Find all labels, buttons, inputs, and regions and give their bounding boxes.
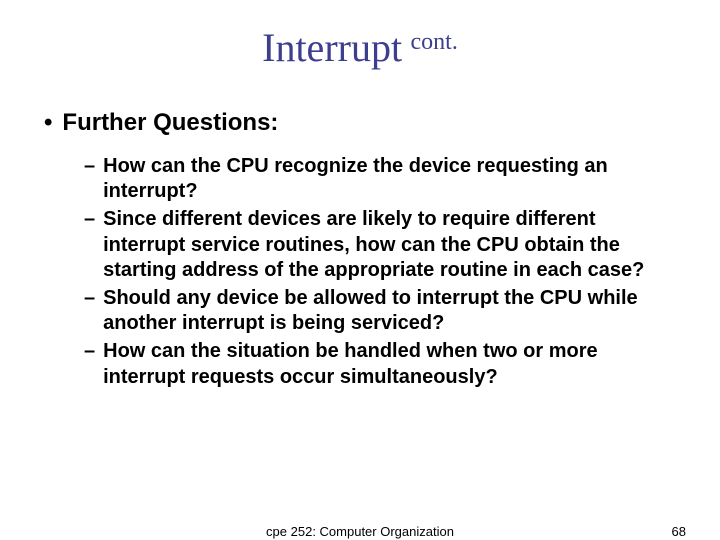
level2-item: – Since different devices are likely to …	[84, 207, 680, 284]
slide-content: • Further Questions: – How can the CPU r…	[40, 109, 680, 390]
bullet-dash-icon: –	[84, 339, 95, 365]
level1-list: • Further Questions:	[44, 109, 680, 138]
level2-item: – Should any device be allowed to interr…	[84, 286, 680, 337]
level2-list: – How can the CPU recognize the device r…	[44, 154, 680, 390]
bullet-dash-icon: –	[84, 207, 95, 233]
slide-title-wrap: Interrupt cont.	[40, 24, 680, 71]
question-text: Should any device be allowed to interrup…	[103, 286, 673, 337]
level2-item: – How can the situation be handled when …	[84, 339, 680, 390]
section-heading: Further Questions:	[62, 109, 278, 138]
footer-page-number: 68	[672, 524, 686, 539]
slide-title: Interrupt	[262, 25, 402, 70]
bullet-dash-icon: –	[84, 286, 95, 312]
question-text: How can the CPU recognize the device req…	[103, 154, 673, 205]
slide: Interrupt cont. • Further Questions: – H…	[0, 0, 720, 540]
slide-title-superscript: cont.	[411, 29, 458, 55]
bullet-dash-icon: –	[84, 154, 95, 180]
question-text: Since different devices are likely to re…	[103, 207, 673, 284]
footer-course: cpe 252: Computer Organization	[266, 524, 454, 539]
question-text: How can the situation be handled when tw…	[103, 339, 673, 390]
level1-item: • Further Questions:	[44, 109, 680, 138]
bullet-dot-icon: •	[44, 109, 52, 138]
level2-item: – How can the CPU recognize the device r…	[84, 154, 680, 205]
